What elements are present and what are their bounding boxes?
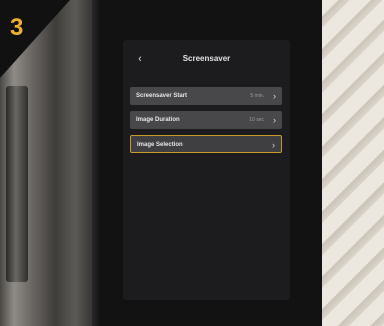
menu-item-screensaver-start[interactable]: Screensaver Start 5 min. ›: [130, 87, 282, 105]
page-title: Screensaver: [182, 54, 231, 63]
menu-item-value: 10 sec: [249, 117, 264, 123]
chevron-right-icon: ›: [272, 140, 275, 150]
menu-item-image-selection[interactable]: Image Selection ›: [130, 135, 282, 153]
step-number: 3: [10, 14, 24, 41]
tiled-wall: [318, 0, 384, 326]
chevron-right-icon: ›: [273, 91, 276, 101]
menu-item-label: Image Duration: [136, 117, 180, 123]
menu-item-label: Screensaver Start: [136, 93, 188, 99]
photo-scene: 3 ‹ Screensaver Screensaver Start 5 min.…: [0, 0, 384, 326]
chevron-left-icon: ‹: [138, 53, 142, 65]
menu-item-image-duration[interactable]: Image Duration 10 sec ›: [130, 111, 282, 129]
touch-screen: ‹ Screensaver Screensaver Start 5 min. ›…: [123, 40, 290, 300]
menu-item-label: Image Selection: [137, 142, 183, 148]
back-button[interactable]: ‹: [133, 51, 147, 67]
menu-item-value: 5 min.: [250, 93, 264, 99]
bezel-edge: [92, 0, 100, 326]
door-handle: [6, 86, 28, 282]
chevron-right-icon: ›: [273, 115, 276, 125]
screen-header: ‹ Screensaver: [123, 50, 290, 70]
